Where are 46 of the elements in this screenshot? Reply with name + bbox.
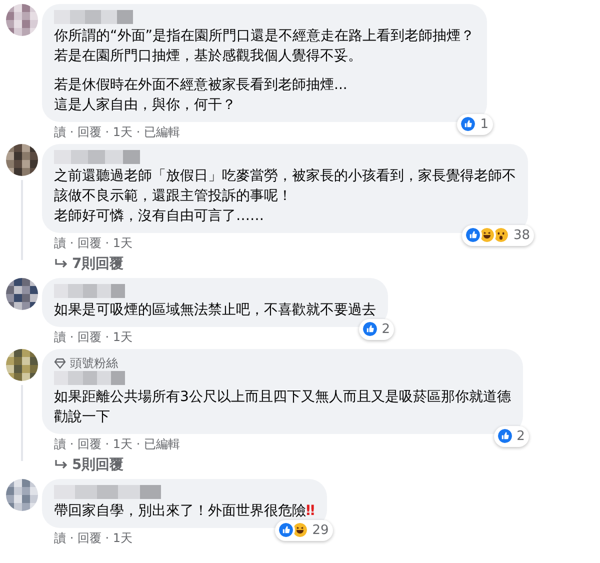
comment-text: 如果是可吸煙的區域無法禁止吧，不喜歡就不要過去 bbox=[54, 301, 376, 320]
comment-actions[interactable]: 讀 · 回覆 · 1天 bbox=[42, 528, 133, 546]
view-replies-link[interactable]: 7則回覆 bbox=[42, 251, 124, 274]
reaction-badge[interactable]: 29 bbox=[275, 520, 333, 541]
comment-text: 之前還聽過老師「放假日」吃麥當勞，被家長的小孩看到，家長覺得老師不 bbox=[54, 167, 516, 186]
reaction-count: 29 bbox=[312, 522, 329, 540]
reaction-count: 1 bbox=[480, 116, 489, 134]
view-replies-link[interactable]: 5則回覆 bbox=[42, 452, 124, 475]
laughing-face-icon bbox=[478, 226, 496, 244]
comment-text: 帶回家自學，別出來了！外面世界很危險 bbox=[54, 502, 306, 521]
like-icon bbox=[459, 115, 478, 134]
comment-text: 若是休假時在外面不經意被家長看到老師抽煙... bbox=[54, 76, 348, 95]
comment-actions[interactable]: 讀 · 回覆 · 1天 bbox=[42, 233, 133, 251]
reaction-count: 2 bbox=[516, 428, 525, 446]
like-icon bbox=[360, 320, 379, 338]
comment-text: 你所謂的“外面”是指在園所門口還是不經意走在路上看到老師抽煙？ bbox=[54, 27, 475, 46]
surprised-face-icon bbox=[492, 226, 510, 244]
reply-arrow-icon bbox=[54, 459, 68, 471]
blurred-name bbox=[54, 284, 126, 298]
reaction-badge[interactable]: 2 bbox=[358, 318, 394, 340]
diamond-icon bbox=[54, 358, 66, 368]
like-icon bbox=[277, 521, 296, 540]
comment-text: 這是人家自由，與你，何干？ bbox=[54, 96, 236, 115]
fan-label: 頭號粉絲 bbox=[70, 355, 118, 371]
like-icon bbox=[464, 226, 482, 244]
comment-text: 若是在園所門口抽煙，基於感觀我個人覺得不妥。 bbox=[54, 47, 362, 66]
comment-actions[interactable]: 讀 · 回覆 · 1天 · 已編輯 bbox=[42, 434, 180, 452]
comment-actions[interactable]: 讀 · 回覆 · 1天 · 已編輯 bbox=[42, 122, 180, 140]
comment-text: 該做不良示範，還跟主管投訴的事呢！ bbox=[54, 187, 292, 206]
reaction-count: 2 bbox=[382, 320, 390, 338]
exclamation-emoji: ‼ bbox=[306, 502, 315, 521]
reaction-badge[interactable]: 1 bbox=[457, 114, 493, 135]
comment-text: 老師好可憐，沒有自由可言了…… bbox=[54, 207, 264, 226]
avatar[interactable] bbox=[6, 144, 38, 176]
comment-actions[interactable]: 讀 · 回覆 · 1天 bbox=[42, 327, 133, 345]
reply-arrow-icon bbox=[54, 258, 68, 270]
avatar[interactable] bbox=[6, 349, 38, 381]
avatar[interactable] bbox=[6, 278, 38, 310]
laughing-face-icon bbox=[291, 521, 310, 540]
reaction-badge[interactable]: 2 bbox=[494, 426, 529, 447]
reaction-badge[interactable]: 38 bbox=[462, 224, 534, 246]
comment-text: 勸說一下 bbox=[54, 408, 110, 427]
like-icon bbox=[496, 427, 514, 446]
comment-text: 如果距離公共場所有3公尺以上而且四下又無人而且又是吸菸區那你就道德 bbox=[54, 388, 511, 407]
reaction-count: 38 bbox=[513, 226, 530, 244]
blurred-name bbox=[54, 371, 126, 385]
